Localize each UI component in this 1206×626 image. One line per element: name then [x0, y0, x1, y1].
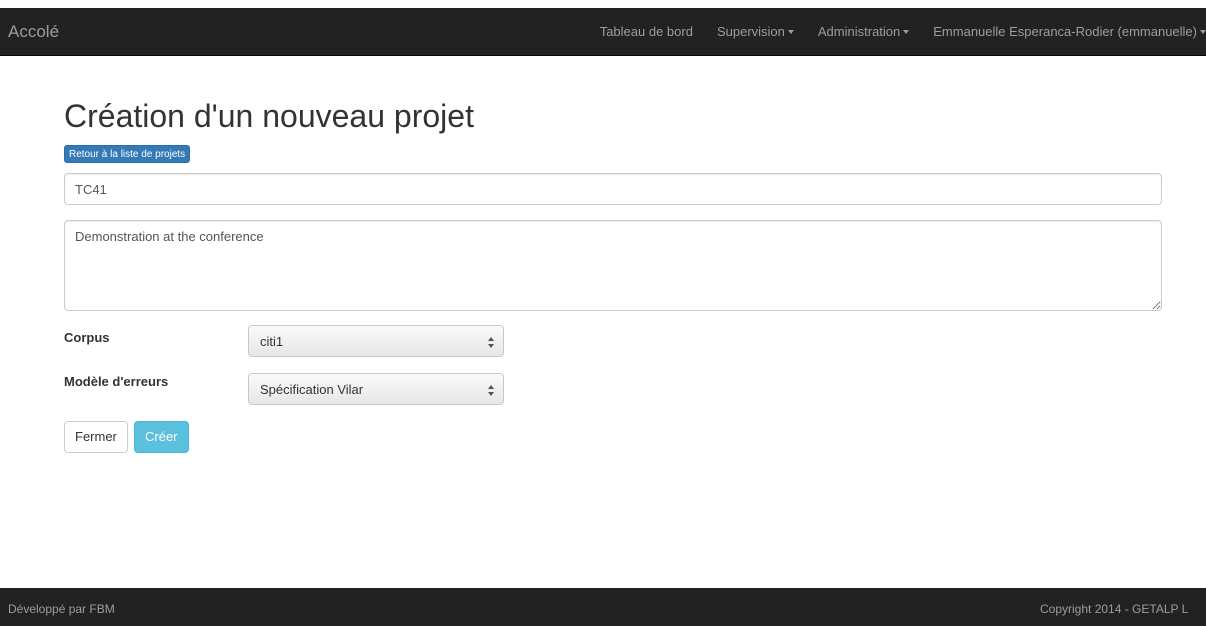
footer-credit: Développé par FBM	[8, 602, 115, 616]
project-description-textarea[interactable]: Demonstration at the conference	[64, 220, 1162, 311]
close-button[interactable]: Fermer	[64, 421, 128, 453]
error-model-selected-value: Spécification Vilar	[260, 382, 364, 397]
footer-copyright: Copyright 2014 - GETALP L	[1040, 602, 1189, 616]
nav-item-administration[interactable]: Administration	[806, 8, 921, 56]
error-model-select[interactable]: Spécification Vilar	[248, 373, 504, 405]
nav-item-user-menu[interactable]: Emmanuelle Esperanca-Rodier (emmanuelle)	[921, 8, 1206, 56]
project-name-input[interactable]	[64, 173, 1162, 205]
caret-down-icon	[903, 30, 910, 34]
nav-item-label: Administration	[817, 24, 901, 39]
corpus-select[interactable]: citi1	[248, 325, 504, 357]
page-title: Création d'un nouveau projet	[64, 98, 474, 134]
brand-link[interactable]: Accolé	[8, 8, 59, 56]
error-model-label: Modèle d'erreurs	[64, 374, 169, 389]
nav-item-label: Tableau de bord	[599, 24, 693, 39]
caret-down-icon	[787, 30, 794, 34]
navbar-menu: Tableau de bord Supervision Administrati…	[588, 8, 1206, 56]
create-button[interactable]: Créer	[134, 421, 189, 453]
caret-down-icon	[1200, 30, 1206, 34]
select-arrows-icon	[488, 337, 495, 348]
top-navbar: Accolé Tableau de bord Supervision Admin…	[0, 8, 1206, 56]
page: Accolé Tableau de bord Supervision Admin…	[0, 0, 1206, 626]
select-arrows-icon	[488, 385, 495, 396]
back-to-projects-button[interactable]: Retour à la liste de projets	[64, 145, 191, 163]
corpus-selected-value: citi1	[260, 334, 284, 349]
nav-item-label: Supervision	[716, 24, 785, 39]
nav-item-label: Emmanuelle Esperanca-Rodier (emmanuelle)	[933, 24, 1197, 39]
nav-item-supervision[interactable]: Supervision	[705, 8, 806, 56]
nav-item-dashboard[interactable]: Tableau de bord	[588, 8, 705, 56]
footer: Développé par FBM Copyright 2014 - GETAL…	[0, 588, 1206, 626]
corpus-label: Corpus	[64, 330, 110, 345]
